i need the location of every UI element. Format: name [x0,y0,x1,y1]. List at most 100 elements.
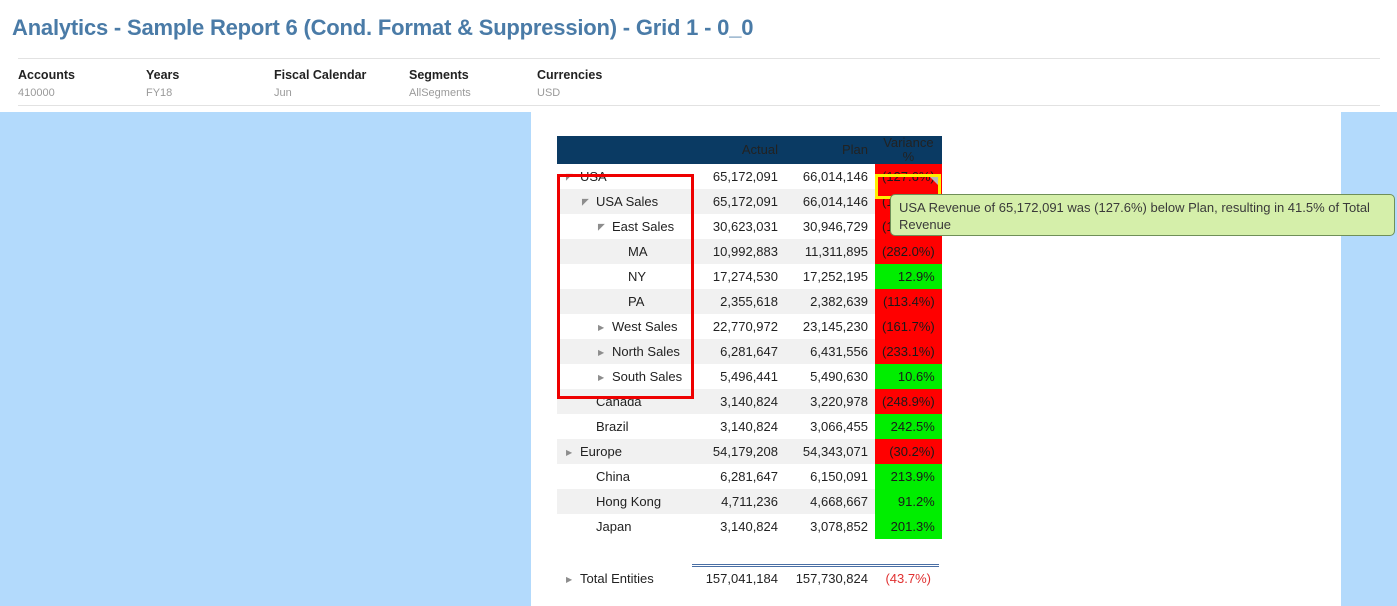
row-label-cell[interactable]: MA [557,239,692,264]
cell-variance[interactable]: 242.5% [875,414,942,439]
cell-variance[interactable]: 201.3% [875,514,942,539]
row-label-cell[interactable]: South Sales [557,364,692,389]
pov-item-currencies[interactable]: Currencies USD [537,68,665,101]
table-row[interactable]: North Sales 6,281,6476,431,556(233.1%) [557,339,942,364]
cell-variance[interactable]: (282.0%) [875,239,942,264]
table-row[interactable]: Hong Kong 4,711,236 4,668,667 91.2% [557,489,942,514]
row-indent: East Sales [564,219,674,234]
cell-plan[interactable]: 3,078,852 [785,514,875,539]
chevron-right-icon[interactable] [598,322,608,332]
cell-actual[interactable]: 10,992,883 [692,239,785,264]
cell-plan[interactable]: 17,252,195 [785,264,875,289]
cell-actual[interactable]: 3,140,824 [692,414,785,439]
column-header-variance[interactable]: Variance % [875,136,942,164]
chevron-right-icon[interactable] [598,372,608,382]
cell-variance[interactable]: 213.9% [875,464,942,489]
cell-variance[interactable]: (30.2%) [875,439,942,464]
row-label-cell[interactable]: PA [557,289,692,314]
cell-variance[interactable]: (233.1%) [875,339,942,364]
total-row-variance[interactable]: (43.7%) [875,564,939,591]
table-row[interactable]: MA 10,992,883 11,311,895 (282.0%) [557,239,942,264]
chevron-down-icon[interactable] [582,197,592,208]
cell-variance[interactable]: (161.7%) [875,314,942,339]
cell-actual[interactable]: 22,770,972 [692,314,785,339]
cell-variance[interactable]: (248.9%) [875,389,942,414]
row-indent: Japan [564,519,631,534]
table-row[interactable]: PA 2,355,618 2,382,639 (113.4%) [557,289,942,314]
row-label-cell[interactable]: West Sales [557,314,692,339]
table-row[interactable]: NY 17,274,530 17,252,195 12.9% [557,264,942,289]
table-row[interactable]: West Sales 22,770,97223,145,230(161.7%) [557,314,942,339]
cell-plan[interactable]: 54,343,071 [785,439,875,464]
cell-plan[interactable]: 3,220,978 [785,389,875,414]
table-row[interactable]: South Sales 5,496,4415,490,63010.6% [557,364,942,389]
cell-plan[interactable]: 23,145,230 [785,314,875,339]
pov-value-segments: AllSegments [409,87,471,99]
cell-actual[interactable]: 2,355,618 [692,289,785,314]
cell-plan[interactable]: 30,946,729 [785,214,875,239]
column-header-actual[interactable]: Actual [692,136,785,164]
cell-plan[interactable]: 3,066,455 [785,414,875,439]
cell-plan[interactable]: 11,311,895 [785,239,875,264]
cell-actual[interactable]: 30,623,031 [692,214,785,239]
pov-item-segments[interactable]: Segments AllSegments [409,68,537,101]
cell-actual[interactable]: 3,140,824 [692,389,785,414]
table-row[interactable]: East Sales30,623,03130,946,729(164.6%) [557,214,942,239]
row-label-cell[interactable]: North Sales [557,339,692,364]
chevron-right-icon[interactable] [598,347,608,357]
table-row[interactable]: USA 65,172,09166,014,146(127.6%) [557,164,942,189]
cell-plan[interactable]: 66,014,146 [785,189,875,214]
table-row[interactable]: Brazil 3,140,824 3,066,455 242.5% [557,414,942,439]
cell-plan[interactable]: 2,382,639 [785,289,875,314]
cell-actual[interactable]: 65,172,091 [692,189,785,214]
cell-actual[interactable]: 6,281,647 [692,339,785,364]
cell-plan[interactable]: 4,668,667 [785,489,875,514]
cell-plan[interactable]: 66,014,146 [785,164,875,189]
row-label-cell[interactable]: USA Sales [557,189,692,214]
table-row[interactable]: USA Sales65,172,09166,014,146(127.6%) [557,189,942,214]
cell-actual[interactable]: 3,140,824 [692,514,785,539]
cell-actual[interactable]: 54,179,208 [692,439,785,464]
row-label-cell[interactable]: NY [557,264,692,289]
pov-label-years: Years [146,68,180,82]
table-row[interactable]: China 6,281,647 6,150,091 213.9% [557,464,942,489]
chevron-down-icon[interactable] [598,222,608,233]
column-header-plan[interactable]: Plan [785,136,875,164]
cell-plan[interactable]: 6,150,091 [785,464,875,489]
chevron-down-icon[interactable] [566,172,576,183]
cell-variance[interactable]: (127.6%) [875,164,942,189]
row-label-cell[interactable]: Europe [557,439,692,464]
row-indent: North Sales [564,344,680,359]
cell-actual[interactable]: 6,281,647 [692,464,785,489]
cell-plan[interactable]: 6,431,556 [785,339,875,364]
cell-actual[interactable]: 4,711,236 [692,489,785,514]
total-row-actual[interactable]: 157,041,184 [692,564,785,591]
cell-actual[interactable]: 5,496,441 [692,364,785,389]
row-label-cell[interactable]: Hong Kong [557,489,692,514]
cell-variance[interactable]: 91.2% [875,489,942,514]
row-label-cell[interactable]: China [557,464,692,489]
column-header-entity[interactable] [557,136,692,164]
total-row-label-cell[interactable]: Total Entities [557,566,692,591]
table-row[interactable]: Canada 3,140,824 3,220,978 (248.9%) [557,389,942,414]
cell-variance[interactable]: (113.4%) [875,289,942,314]
total-row-plan[interactable]: 157,730,824 [785,564,875,591]
cell-variance[interactable]: 10.6% [875,364,942,389]
table-row[interactable]: Japan 3,140,824 3,078,852 201.3% [557,514,942,539]
row-label-cell[interactable]: Canada [557,389,692,414]
cell-actual[interactable]: 17,274,530 [692,264,785,289]
cell-variance[interactable]: 12.9% [875,264,942,289]
pov-item-fiscal-calendar[interactable]: Fiscal Calendar Jun [274,68,409,101]
cell-actual[interactable]: 65,172,091 [692,164,785,189]
pov-item-accounts[interactable]: Accounts 410000 [18,68,146,101]
table-row[interactable]: Europe 54,179,20854,343,071(30.2%) [557,439,942,464]
row-label-cell[interactable]: East Sales [557,214,692,239]
chevron-right-icon[interactable] [566,574,576,584]
pov-item-years[interactable]: Years FY18 [146,68,274,101]
row-label-cell[interactable]: Japan [557,514,692,539]
chevron-right-icon[interactable] [566,447,576,457]
row-label-cell[interactable]: Brazil [557,414,692,439]
cell-plan[interactable]: 5,490,630 [785,364,875,389]
row-label-cell[interactable]: USA [557,164,692,189]
table-row[interactable]: Total Entities 157,041,184 157,730,824 (… [557,564,939,591]
